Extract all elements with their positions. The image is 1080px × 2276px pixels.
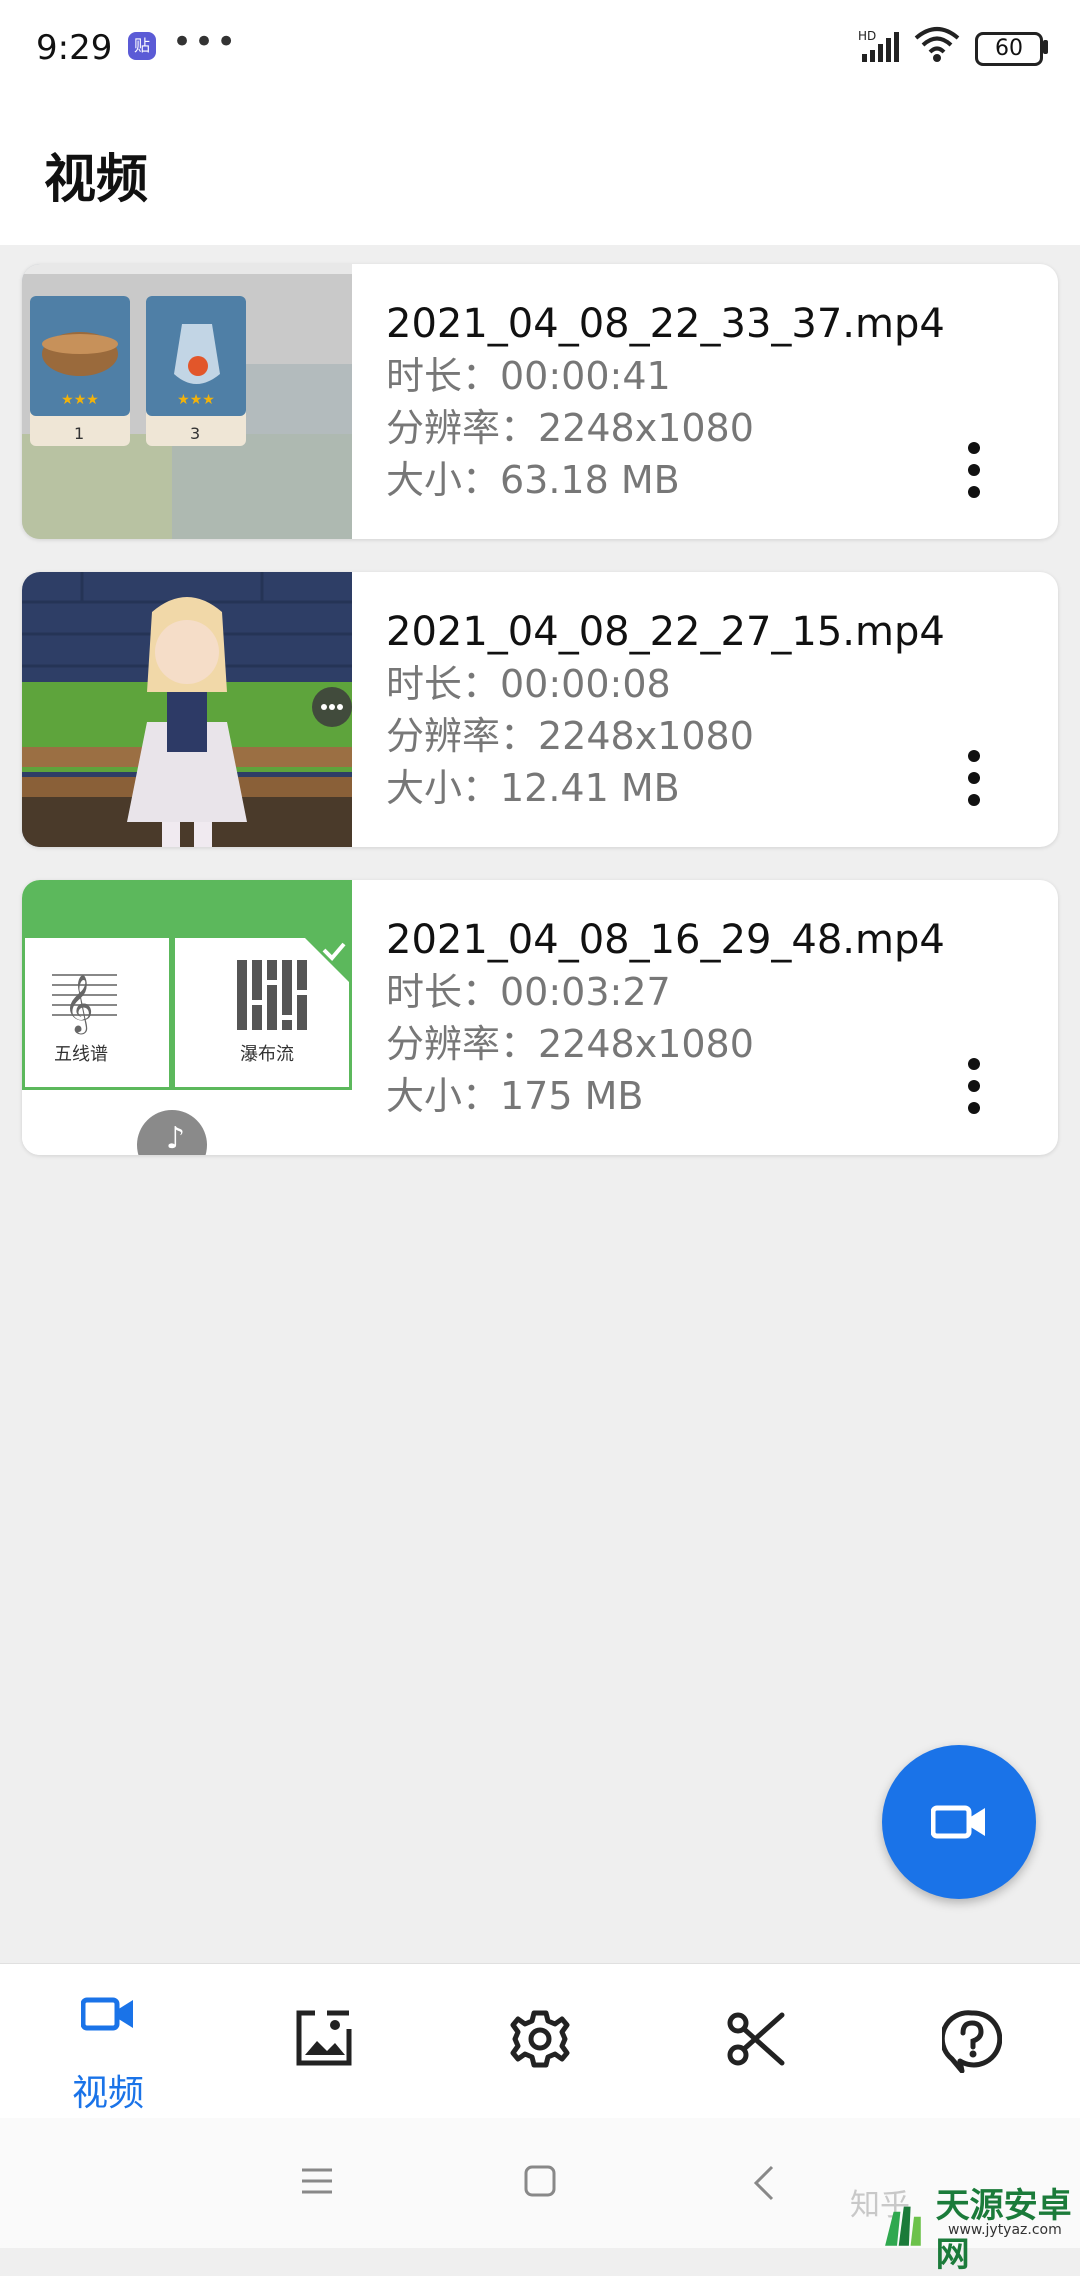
- thumbnail-character-scene: [22, 572, 352, 847]
- item-count: 1: [74, 424, 85, 443]
- video-duration: 时长：00:00:41: [386, 354, 671, 398]
- network-label: HD: [858, 29, 876, 43]
- thumbnail-app-screen: 𝄞 ♪: [22, 880, 352, 1155]
- more-options-icon[interactable]: [964, 1058, 984, 1114]
- video-size: 大小：175 MB: [386, 1074, 644, 1118]
- brand-url: www.jytyaz.com: [948, 2222, 1062, 2238]
- item-count: 3: [190, 424, 201, 443]
- status-time: 9:29: [36, 28, 113, 68]
- status-bar: 9:29 贴 ••• HD 60: [0, 0, 1080, 95]
- notification-app-icon: 贴: [128, 32, 156, 60]
- bottom-navigation: 视频: [0, 1963, 1080, 2119]
- nav-item-images[interactable]: [216, 1964, 432, 2119]
- nav-item-settings[interactable]: [432, 1964, 648, 2119]
- menu-icon[interactable]: [300, 2164, 334, 2198]
- thumbnail-game-items: ★★★ ★★★: [22, 264, 352, 539]
- video-info: 2021_04_08_22_33_37.mp4 时长：00:00:41 分辨率：…: [386, 298, 945, 506]
- nav-item-edit[interactable]: [648, 1964, 864, 2119]
- video-info: 2021_04_08_22_27_15.mp4 时长：00:00:08 分辨率：…: [386, 606, 945, 814]
- nav-item-help[interactable]: [864, 1964, 1080, 2119]
- video-size: 大小：63.18 MB: [386, 458, 680, 502]
- more-notifications-icon: •••: [172, 22, 239, 62]
- help-icon: [942, 2010, 1002, 2073]
- back-icon[interactable]: [752, 2164, 776, 2202]
- scissors-icon: [727, 2012, 785, 2066]
- video-thumbnail[interactable]: 𝄞 ♪ 五线谱 瀑布流: [22, 880, 352, 1155]
- video-duration: 时长：00:00:08: [386, 662, 671, 706]
- svg-text:★★★: ★★★: [177, 392, 215, 408]
- video-camera-icon: [81, 1997, 133, 2031]
- video-file-name: 2021_04_08_22_27_15.mp4: [386, 609, 945, 655]
- home-icon[interactable]: [523, 2164, 557, 2198]
- video-file-name: 2021_04_08_16_29_48.mp4: [386, 917, 945, 963]
- video-size: 大小：12.41 MB: [386, 766, 680, 810]
- video-list-item[interactable]: ★★★ ★★★ 1 3 2021_04_08_22_33_37.mp4 时长：0…: [22, 264, 1058, 539]
- image-icon: [296, 2010, 352, 2066]
- svg-text:♪: ♪: [166, 1121, 185, 1155]
- video-resolution: 分辨率：2248x1080: [386, 406, 754, 450]
- video-list-item[interactable]: 2021_04_08_22_27_15.mp4 时长：00:00:08 分辨率：…: [22, 572, 1058, 847]
- nav-item-videos[interactable]: 视频: [0, 1964, 216, 2119]
- video-file-name: 2021_04_08_22_33_37.mp4: [386, 301, 945, 347]
- signal-icon: HD: [858, 29, 899, 62]
- more-options-icon[interactable]: [964, 750, 984, 806]
- thumbnail-label: 五线谱: [54, 1044, 108, 1065]
- video-thumbnail[interactable]: ★★★ ★★★ 1 3: [22, 264, 352, 539]
- video-list-item[interactable]: 𝄞 ♪ 五线谱 瀑布流 2021_04_08_16_29_48.mp4 时长：0…: [22, 880, 1058, 1155]
- svg-text:★★★: ★★★: [61, 392, 99, 408]
- more-options-icon[interactable]: [964, 442, 984, 498]
- page-title: 视频: [44, 150, 149, 210]
- video-thumbnail[interactable]: [22, 572, 352, 847]
- video-camera-icon: [931, 1805, 985, 1839]
- thumbnail-label: 瀑布流: [240, 1044, 294, 1065]
- battery-icon: 60: [975, 32, 1043, 66]
- video-info: 2021_04_08_16_29_48.mp4 时长：00:03:27 分辨率：…: [386, 914, 945, 1122]
- video-resolution: 分辨率：2248x1080: [386, 1022, 754, 1066]
- battery-tip: [1043, 40, 1048, 54]
- settings-gear-icon: [510, 2010, 570, 2068]
- video-resolution: 分辨率：2248x1080: [386, 714, 754, 758]
- svg-text:𝄞: 𝄞: [64, 974, 94, 1035]
- brand-logo-icon: [885, 2206, 921, 2246]
- app-header: 视频: [0, 95, 1080, 245]
- wifi-icon: [914, 27, 960, 62]
- nav-label-videos: 视频: [71, 2073, 144, 2114]
- record-video-button[interactable]: [882, 1745, 1036, 1899]
- video-duration: 时长：00:03:27: [386, 970, 671, 1014]
